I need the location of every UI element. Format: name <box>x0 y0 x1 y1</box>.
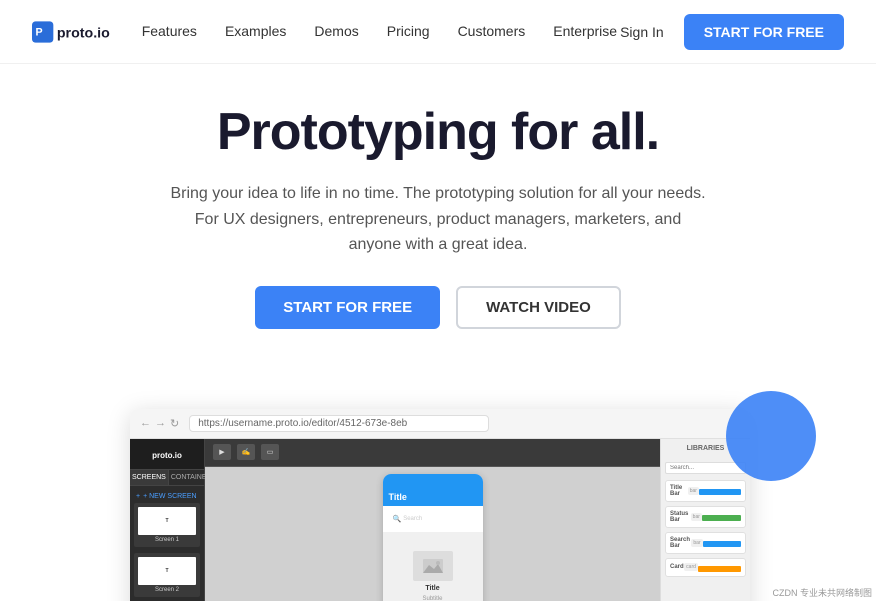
phone-content-subtitle: Subtitle <box>422 596 442 601</box>
refresh-icon[interactable]: ↻ <box>170 417 179 430</box>
browser-bar: ← → ↻ https://username.proto.io/editor/4… <box>130 409 750 439</box>
lib-item-status-bar-tag: bar <box>691 513 702 521</box>
preview-area: ← → ↻ https://username.proto.io/editor/4… <box>0 381 876 601</box>
nav-item-customers[interactable]: Customers <box>458 23 526 41</box>
screen-thumb-label-2: Screen 2 <box>138 587 196 593</box>
nav-links: Features Examples Demos Pricing Customer… <box>142 23 617 41</box>
lib-item-card-tag: card <box>684 563 698 571</box>
editor-canvas: Title 🔍 Search <box>205 467 660 601</box>
hero-buttons: START FOR FREE WATCH VIDEO <box>32 286 844 329</box>
screen-thumb-2[interactable]: T Screen 2 <box>134 553 200 597</box>
add-screen-button[interactable]: + + NEW SCREEN <box>134 490 200 503</box>
hero-subtitle: Bring your idea to life in no time. The … <box>168 181 708 258</box>
lib-item-card-label: Card <box>670 564 684 570</box>
editor-sidebar-left: proto.io SCREENS CONTAINERS + + NEW SCRE… <box>130 439 205 601</box>
lib-item-status-bar-label: Status Bar <box>670 511 691 523</box>
nav-item-features[interactable]: Features <box>142 23 197 41</box>
lib-item-search-bar[interactable]: Search Bar bar <box>665 532 746 554</box>
search-icon: 🔍 <box>393 515 402 523</box>
lib-item-title-bar-tag: bar <box>688 487 699 495</box>
toolbar-icons: ▶ ✍ ▭ <box>213 444 279 460</box>
lib-item-title-bar-label: Title Bar <box>670 485 688 497</box>
browser-navigation-arrows: ← → ↻ <box>140 417 179 430</box>
forward-arrow-icon[interactable]: → <box>155 417 166 430</box>
screen-thumb-1[interactable]: T Screen 1 <box>134 503 200 547</box>
phone-title: Title <box>389 492 407 502</box>
lib-item-bar-1 <box>699 489 741 495</box>
plus-icon: + <box>136 493 140 500</box>
nav-item-enterprise[interactable]: Enterprise <box>553 23 617 41</box>
nav-item-pricing[interactable]: Pricing <box>387 23 430 41</box>
nav-right: Sign In START FOR FREE <box>620 14 844 50</box>
editor-logo: proto.io <box>130 439 204 470</box>
phone-image-placeholder <box>413 551 453 581</box>
toolbar-icon-rect[interactable]: ▭ <box>261 444 279 460</box>
lib-item-search-bar-label: Search Bar <box>670 537 691 549</box>
sign-in-link[interactable]: Sign In <box>620 24 664 40</box>
svg-text:proto.io: proto.io <box>57 25 110 41</box>
lib-item-bar-3 <box>703 541 741 547</box>
screen-thumb-label-1: Screen 1 <box>138 537 196 543</box>
lib-item-status-bar[interactable]: Status Bar bar <box>665 506 746 528</box>
browser-url-bar[interactable]: https://username.proto.io/editor/4512-67… <box>189 415 489 432</box>
editor-toolbar: ▶ ✍ ▭ <box>205 439 660 467</box>
toolbar-icon-hand[interactable]: ✍ <box>237 444 255 460</box>
watermark: CZDN 专业未共网络制图 <box>769 584 876 601</box>
blue-circle-decoration <box>726 391 816 481</box>
editor-main: ▶ ✍ ▭ Title 🔍 Search <box>205 439 660 601</box>
navbar: P proto.io Features Examples Demos Prici… <box>0 0 876 64</box>
svg-text:P: P <box>36 26 43 38</box>
start-free-nav-button[interactable]: START FOR FREE <box>684 14 844 50</box>
screen-list: + + NEW SCREEN T Screen 1 T Screen 2 <box>130 486 204 601</box>
phone-content-title: Title <box>425 585 439 592</box>
start-free-hero-button[interactable]: START FOR FREE <box>255 286 440 329</box>
phone-header: Title <box>383 474 483 506</box>
editor-logo-text: proto.io <box>152 451 182 460</box>
lib-item-bar-4 <box>698 566 741 572</box>
browser-mock: ← → ↻ https://username.proto.io/editor/4… <box>130 409 750 601</box>
screens-tab[interactable]: SCREENS <box>130 470 169 485</box>
lib-item-bar-2 <box>702 515 741 521</box>
logo[interactable]: P proto.io <box>32 16 139 48</box>
nav-item-examples[interactable]: Examples <box>225 23 286 41</box>
phone-preview: Title 🔍 Search <box>383 474 483 601</box>
editor-content: proto.io SCREENS CONTAINERS + + NEW SCRE… <box>130 439 750 601</box>
phone-search-bar: 🔍 Search <box>389 512 477 526</box>
watch-video-button[interactable]: WATCH VIDEO <box>456 286 621 329</box>
lib-item-card[interactable]: Card card <box>665 558 746 577</box>
lib-item-search-bar-tag: bar <box>691 539 702 547</box>
phone-content: Title Subtitle <box>383 532 483 601</box>
lib-item-title-bar[interactable]: Title Bar bar <box>665 480 746 502</box>
editor-panel-tabs: SCREENS CONTAINERS <box>130 470 204 486</box>
phone-search-placeholder: Search <box>403 516 422 522</box>
library-search-input[interactable] <box>665 462 746 474</box>
screen-thumb-img-2: T <box>138 557 196 585</box>
back-arrow-icon[interactable]: ← <box>140 417 151 430</box>
hero-section: Prototyping for all. Bring your idea to … <box>0 64 876 381</box>
nav-item-demos[interactable]: Demos <box>314 23 358 41</box>
toolbar-icon-pointer[interactable]: ▶ <box>213 444 231 460</box>
screen-thumb-img-1: T <box>138 507 196 535</box>
hero-headline: Prototyping for all. <box>32 104 844 161</box>
